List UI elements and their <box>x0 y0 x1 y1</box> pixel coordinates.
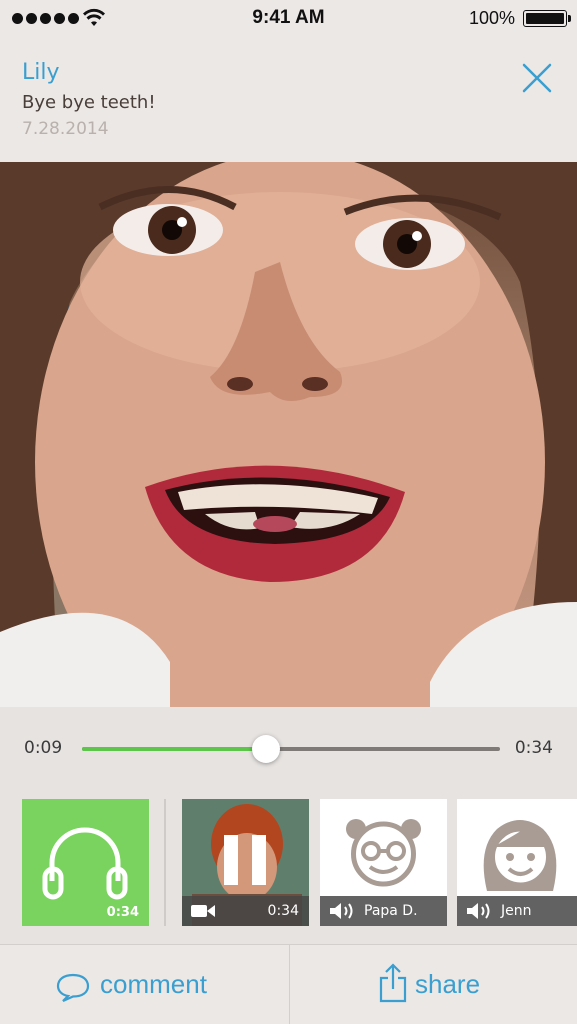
progress-slider[interactable] <box>82 735 500 763</box>
share-icon <box>379 963 407 1003</box>
post-title: Bye bye teeth! <box>22 92 156 113</box>
speaker-icon <box>467 903 490 919</box>
elapsed-time: 0:09 <box>24 738 63 758</box>
reactions-divider <box>164 799 166 926</box>
battery-percentage: 100% <box>468 8 515 28</box>
reactions-strip: 0:34 0:34 Papa D. Jenn <box>0 787 577 944</box>
comment-button[interactable]: comment <box>0 945 288 1024</box>
close-button[interactable] <box>519 60 555 96</box>
jenn-reaction-tile[interactable]: Jenn <box>457 799 577 926</box>
slider-thumb[interactable] <box>251 735 280 763</box>
total-time: 0:34 <box>514 738 553 758</box>
jenn-label: Jenn <box>501 903 532 919</box>
papa-tile-bar: Papa D. <box>320 896 447 926</box>
papa-reaction-tile[interactable]: Papa D. <box>320 799 447 926</box>
speaker-icon <box>330 903 353 919</box>
audio-player: 0:09 0:34 <box>0 707 577 787</box>
listen-duration: 0:34 <box>106 905 139 920</box>
progress-fill <box>82 747 266 751</box>
video-camera-icon <box>191 905 215 917</box>
bottom-action-bar: comment share <box>0 944 577 1024</box>
post-date: 7.28.2014 <box>22 119 109 139</box>
papa-label: Papa D. <box>364 903 418 919</box>
battery-icon <box>523 10 571 27</box>
jenn-tile-bar: Jenn <box>457 896 577 926</box>
close-icon <box>522 63 552 93</box>
share-button[interactable]: share <box>289 945 577 1024</box>
comment-bubble-icon <box>56 973 90 1002</box>
status-bar: 9:41 AM 100% <box>0 0 577 40</box>
video-tile-bar: 0:34 <box>182 896 309 926</box>
author-name[interactable]: Lily <box>22 60 60 85</box>
post-header: Lily Bye bye teeth! 7.28.2014 <box>0 40 577 162</box>
comment-label: comment <box>100 969 207 999</box>
listen-reaction-tile[interactable]: 0:34 <box>22 799 149 926</box>
pause-icon[interactable] <box>224 835 266 885</box>
share-label: share <box>415 969 481 999</box>
post-photo[interactable] <box>0 162 577 707</box>
video-reaction-tile[interactable]: 0:34 <box>182 799 309 926</box>
video-duration: 0:34 <box>267 903 299 919</box>
